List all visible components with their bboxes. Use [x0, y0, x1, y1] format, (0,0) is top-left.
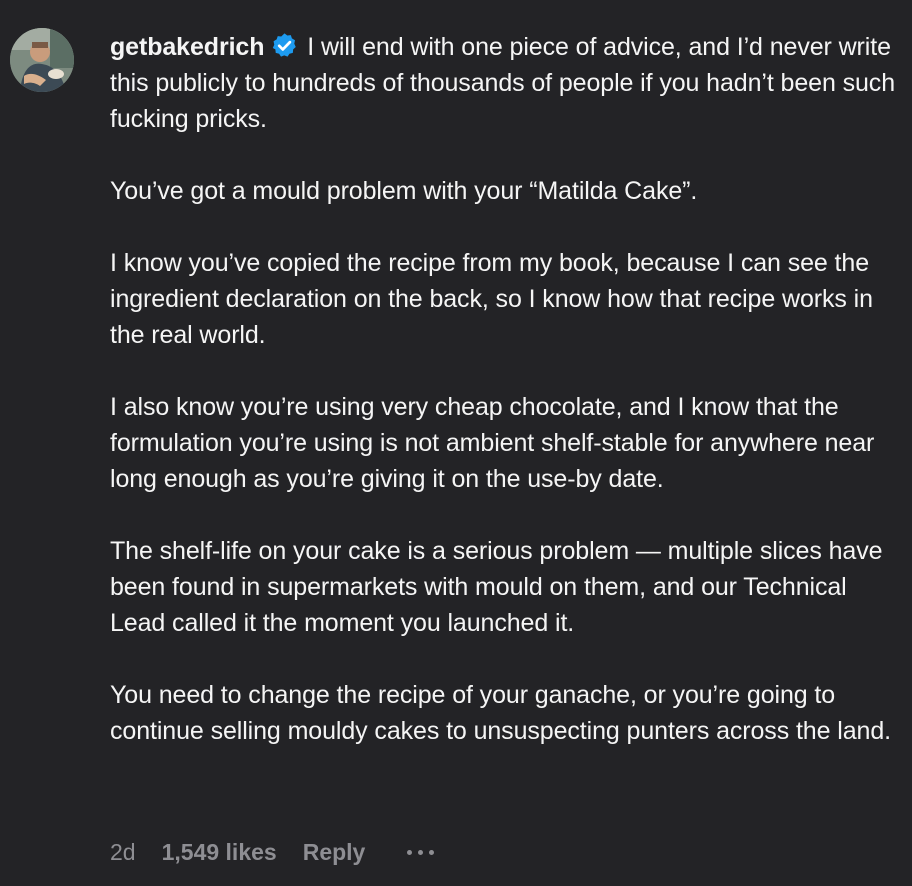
verified-badge-icon — [273, 33, 297, 57]
timestamp: 2d — [110, 838, 136, 865]
more-dot — [418, 849, 424, 855]
comment-text-paragraph-3: I know you’ve copied the recipe from my … — [110, 249, 873, 349]
avatar[interactable] — [10, 28, 74, 92]
likes-count-button[interactable]: 1,549 likes — [162, 839, 277, 866]
reply-button[interactable]: Reply — [303, 839, 366, 866]
comment-first-paragraph: getbakedrich I will end with one piece o… — [110, 29, 900, 137]
username-link[interactable]: getbakedrich — [110, 33, 265, 61]
comment-text-paragraph-6: You need to change the recipe of your ga… — [110, 681, 891, 745]
comment: getbakedrich I will end with one piece o… — [0, 0, 912, 886]
comment-footer: 2d 1,549 likes Reply — [110, 836, 436, 868]
comment-text-paragraph-5: The shelf-life on your cake is a serious… — [110, 537, 883, 637]
more-options-icon[interactable] — [405, 846, 436, 859]
avatar-image — [10, 28, 74, 92]
comment-text-paragraph-2: You’ve got a mould problem with your “Ma… — [110, 177, 698, 205]
comment-text-paragraph-4: I also know you’re using very cheap choc… — [110, 393, 875, 493]
comment-body: getbakedrich I will end with one piece o… — [110, 29, 900, 749]
more-dot — [407, 849, 413, 855]
more-dot — [429, 849, 435, 855]
